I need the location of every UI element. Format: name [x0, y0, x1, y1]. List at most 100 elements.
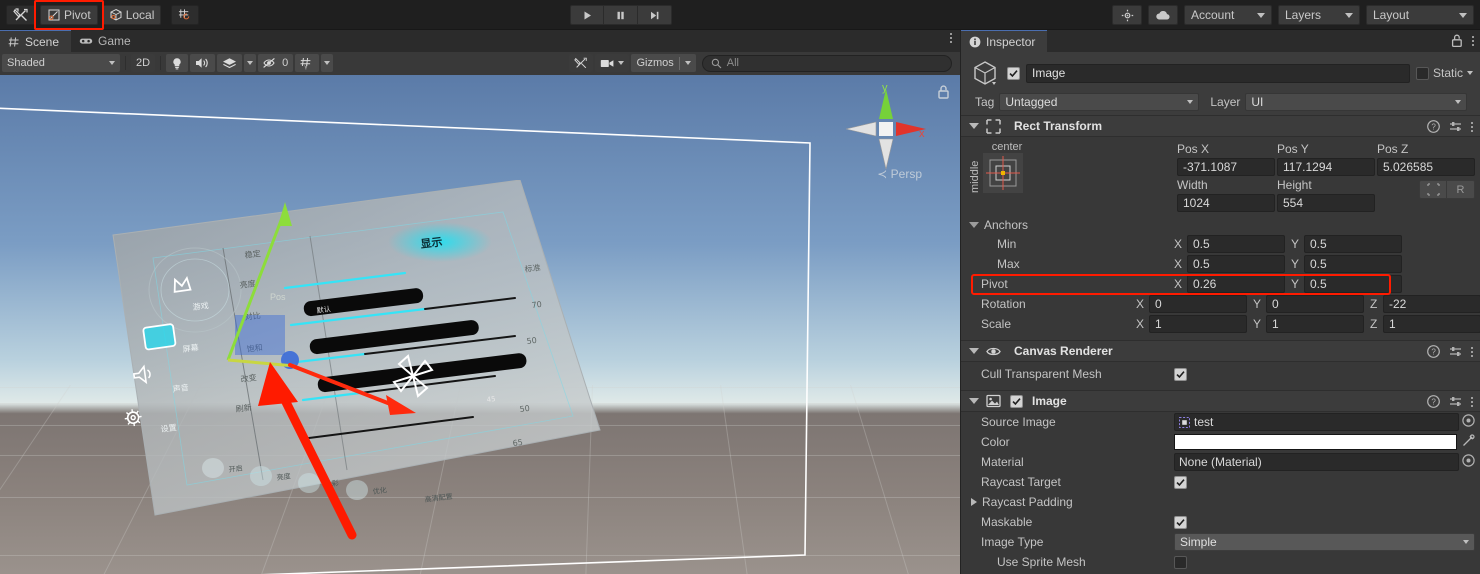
toggle-2d-button[interactable]: 2D: [131, 54, 156, 72]
raw-edit-button[interactable]: R: [1447, 180, 1475, 199]
scale-x-field[interactable]: 1: [1149, 315, 1247, 333]
use-sprite-mesh-checkbox[interactable]: [1174, 555, 1187, 569]
component-menu-icon[interactable]: [1471, 396, 1473, 407]
scene-fx-dropdown[interactable]: [244, 54, 257, 72]
anchor-min-y-field[interactable]: 0.5: [1304, 235, 1402, 253]
pos-x-field[interactable]: -371.1087: [1177, 158, 1275, 176]
anchor-max-y-field[interactable]: 0.5: [1304, 255, 1402, 273]
tab-game[interactable]: Game: [71, 30, 143, 52]
scene-grid-dropdown[interactable]: [321, 54, 334, 72]
help-icon[interactable]: ?: [1427, 395, 1440, 408]
tools-icon-button[interactable]: [6, 4, 36, 25]
scale-z-field[interactable]: 1: [1383, 315, 1480, 333]
color-eyedropper[interactable]: [1462, 434, 1475, 450]
rotation-y-field[interactable]: 0: [1266, 295, 1364, 313]
shading-mode-dropdown[interactable]: Shaded: [2, 54, 120, 72]
anchor-max-x-field[interactable]: 0.5: [1187, 255, 1285, 273]
anchors-foldout[interactable]: Anchors: [961, 216, 1480, 234]
tag-dropdown[interactable]: Untagged: [999, 93, 1200, 111]
scene-panel-menu[interactable]: [950, 33, 952, 43]
anchor-min-x-field[interactable]: 0.5: [1187, 235, 1285, 253]
source-image-label: Source Image: [981, 415, 1056, 429]
scene-lighting-button[interactable]: [166, 54, 189, 72]
source-image-picker[interactable]: [1462, 414, 1475, 430]
pivot-y-field[interactable]: 0.5: [1304, 275, 1402, 293]
collapse-triangle-icon[interactable]: [969, 398, 979, 404]
scene-fx-button[interactable]: [217, 54, 243, 72]
blueprint-mode-button[interactable]: [1419, 180, 1447, 199]
step-button[interactable]: [638, 5, 672, 25]
preset-icon[interactable]: [1449, 345, 1462, 358]
static-checkbox[interactable]: [1415, 66, 1429, 80]
scene-viewport[interactable]: 显示 游戏 屏幕 声音 设置 稳定 亮度 对比 饱和 改变 刷新 默认 45 标…: [0, 75, 960, 574]
collapse-triangle-icon[interactable]: [969, 123, 979, 129]
gameobject-name-field[interactable]: Image: [1026, 63, 1410, 83]
search-light-button[interactable]: [1112, 5, 1142, 25]
scene-tools-button[interactable]: [569, 54, 594, 72]
chevron-down-icon: [1345, 12, 1353, 18]
preset-icon[interactable]: [1449, 395, 1462, 408]
pause-button[interactable]: [604, 5, 638, 25]
grid-snap-button[interactable]: [171, 4, 200, 25]
svg-text:默认: 默认: [316, 304, 331, 315]
inspector-menu-icon[interactable]: [1472, 36, 1474, 46]
scale-y-field[interactable]: 1: [1266, 315, 1364, 333]
material-picker[interactable]: [1462, 454, 1475, 470]
mode-2d-label: 2D: [136, 57, 151, 69]
help-icon[interactable]: ?: [1427, 120, 1440, 133]
raycast-target-checkbox[interactable]: [1174, 475, 1187, 489]
color-row: Color: [961, 432, 1480, 452]
raycast-padding-row[interactable]: Raycast Padding: [961, 492, 1480, 512]
tab-scene[interactable]: Scene: [0, 30, 72, 52]
tab-inspector[interactable]: Inspector: [961, 30, 1048, 52]
source-image-field[interactable]: test: [1174, 413, 1459, 431]
scene-audio-button[interactable]: [190, 54, 216, 72]
rotation-z-field[interactable]: -22: [1383, 295, 1480, 313]
preset-icon[interactable]: [1449, 120, 1462, 133]
maskable-checkbox[interactable]: [1174, 515, 1187, 529]
help-icon[interactable]: ?: [1427, 345, 1440, 358]
scene-grid-visibility-button[interactable]: Y: [295, 54, 320, 72]
scene-search-input[interactable]: All: [701, 54, 952, 72]
local-toggle-button[interactable]: Local: [101, 4, 162, 25]
image-component-header[interactable]: Image ?: [961, 390, 1480, 412]
layout-dropdown[interactable]: Layout: [1366, 5, 1474, 25]
maskable-row: Maskable: [961, 512, 1480, 532]
collapse-triangle-icon[interactable]: [969, 348, 979, 354]
cloud-button[interactable]: [1148, 5, 1178, 25]
pivot-toggle-button[interactable]: Pivot: [40, 4, 98, 25]
expand-triangle-icon[interactable]: [971, 498, 977, 506]
source-image-value: test: [1194, 415, 1214, 429]
material-field[interactable]: None (Material): [1174, 453, 1459, 471]
pos-y-field[interactable]: 117.1294: [1277, 158, 1375, 176]
layers-dropdown[interactable]: Layers: [1278, 5, 1360, 25]
height-field[interactable]: 554: [1277, 194, 1375, 212]
layer-dropdown[interactable]: UI: [1245, 93, 1467, 111]
cull-transparent-mesh-checkbox[interactable]: [1174, 367, 1187, 381]
rect-transform-header[interactable]: Rect Transform ?: [961, 115, 1480, 137]
lock-icon[interactable]: [1451, 34, 1463, 48]
scene-camera-button[interactable]: [595, 54, 630, 72]
projection-mode-label[interactable]: ≺ Persp: [877, 167, 922, 181]
component-menu-icon[interactable]: [1471, 121, 1473, 132]
scene-orientation-gizmo[interactable]: y x: [840, 83, 932, 175]
color-swatch[interactable]: [1174, 434, 1457, 450]
component-menu-icon[interactable]: [1471, 346, 1473, 357]
pivot-x-field[interactable]: 0.26: [1187, 275, 1285, 293]
chevron-down-icon[interactable]: [1467, 71, 1473, 75]
canvas-renderer-header[interactable]: Canvas Renderer ?: [961, 340, 1480, 362]
anchor-preset-widget[interactable]: center middle: [969, 141, 1045, 212]
width-label: Width: [1177, 178, 1208, 192]
gameobject-enabled-checkbox[interactable]: [1007, 66, 1020, 80]
lock-icon[interactable]: [937, 85, 950, 100]
account-dropdown[interactable]: Account: [1184, 5, 1272, 25]
scene-visibility-button[interactable]: 0: [258, 54, 294, 72]
rotation-x-field[interactable]: 0: [1149, 295, 1247, 313]
anchor-preset-box[interactable]: [983, 153, 1023, 193]
image-type-dropdown[interactable]: Simple: [1174, 533, 1475, 551]
gizmos-button[interactable]: Gizmos: [631, 54, 696, 72]
pos-z-field[interactable]: 5.026585: [1377, 158, 1475, 176]
image-enabled-checkbox[interactable]: [1010, 394, 1023, 408]
play-button[interactable]: [570, 5, 604, 25]
width-field[interactable]: 1024: [1177, 194, 1275, 212]
